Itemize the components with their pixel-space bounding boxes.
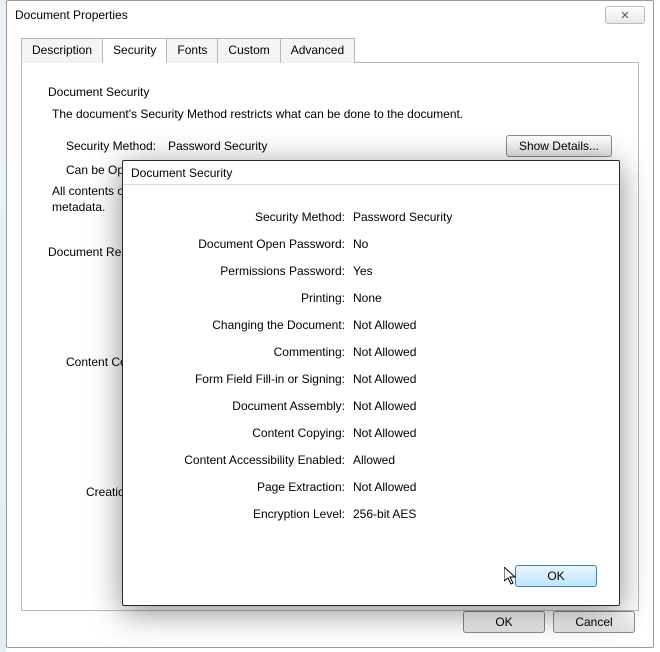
prop-value-content-copying: Not Allowed xyxy=(353,422,599,444)
inner-dialog-footer: OK xyxy=(515,565,597,587)
window-title: Document Properties xyxy=(15,8,605,22)
tab-fonts[interactable]: Fonts xyxy=(166,38,218,63)
tab-advanced[interactable]: Advanced xyxy=(280,38,355,63)
main-footer: OK Cancel xyxy=(463,611,635,633)
document-security-dialog: Document Security Security Method:Passwo… xyxy=(122,160,620,606)
prop-label-encryption: Encryption Level: xyxy=(133,503,353,525)
close-icon[interactable]: ✕ xyxy=(605,6,645,24)
prop-value-open-password: No xyxy=(353,233,599,255)
cancel-button[interactable]: Cancel xyxy=(553,611,635,633)
tab-security[interactable]: Security xyxy=(102,38,167,63)
prop-label-security-method: Security Method: xyxy=(133,206,353,228)
prop-value-encryption: 256-bit AES xyxy=(353,503,599,525)
tab-custom[interactable]: Custom xyxy=(217,38,280,63)
security-method-label: Security Method: xyxy=(48,139,168,153)
intro-text: The document's Security Method restricts… xyxy=(52,107,612,121)
prop-value-page-extraction: Not Allowed xyxy=(353,476,599,498)
prop-value-assembly: Not Allowed xyxy=(353,395,599,417)
contents-note-line1: All contents of xyxy=(52,184,127,198)
tab-description[interactable]: Description xyxy=(21,38,103,63)
title-bar: Document Properties ✕ xyxy=(7,1,653,29)
prop-value-form-fill: Not Allowed xyxy=(353,368,599,390)
prop-value-permissions-password: Yes xyxy=(353,260,599,282)
prop-label-changing: Changing the Document: xyxy=(133,314,353,336)
inner-dialog-body: Security Method:Password Security Docume… xyxy=(123,185,619,540)
security-method-value: Password Security xyxy=(168,139,506,153)
prop-label-content-copying: Content Copying: xyxy=(133,422,353,444)
prop-label-assembly: Document Assembly: xyxy=(133,395,353,417)
tab-strip: Description Security Fonts Custom Advanc… xyxy=(21,37,639,63)
prop-label-permissions-password: Permissions Password: xyxy=(133,260,353,282)
prop-label-form-fill: Form Field Fill-in or Signing: xyxy=(133,368,353,390)
prop-label-accessibility: Content Accessibility Enabled: xyxy=(133,449,353,471)
inner-ok-button[interactable]: OK xyxy=(515,565,597,587)
prop-value-accessibility: Allowed xyxy=(353,449,599,471)
prop-value-printing: None xyxy=(353,287,599,309)
prop-value-changing: Not Allowed xyxy=(353,314,599,336)
contents-note-line2: metadata. xyxy=(52,200,105,214)
prop-value-commenting: Not Allowed xyxy=(353,341,599,363)
prop-label-commenting: Commenting: xyxy=(133,341,353,363)
ok-button[interactable]: OK xyxy=(463,611,545,633)
show-details-button[interactable]: Show Details... xyxy=(506,135,612,157)
inner-dialog-title: Document Security xyxy=(123,161,619,185)
group-title: Document Security xyxy=(48,85,612,99)
prop-value-security-method: Password Security xyxy=(353,206,599,228)
prop-label-printing: Printing: xyxy=(133,287,353,309)
prop-label-open-password: Document Open Password: xyxy=(133,233,353,255)
prop-label-page-extraction: Page Extraction: xyxy=(133,476,353,498)
